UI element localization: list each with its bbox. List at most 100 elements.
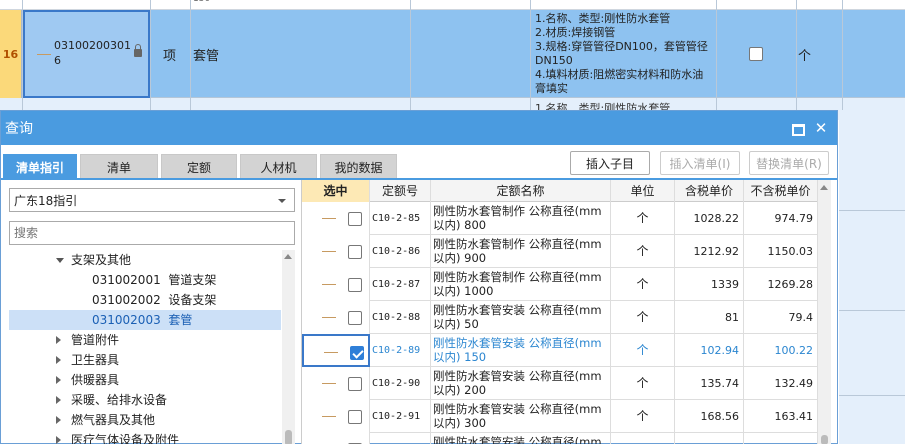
header-code[interactable]: 定额号	[370, 180, 431, 202]
quota-tax-price: 168.56	[675, 400, 744, 433]
dialog-title: 查询	[5, 121, 33, 137]
table-row[interactable]: C10-2-85 刚性防水套管制作 公称直径(mm以内) 800 个 1028.…	[302, 202, 818, 235]
row-checkbox[interactable]	[348, 245, 362, 259]
expanded-arrow-icon[interactable]	[56, 258, 64, 263]
select-cell[interactable]	[302, 301, 370, 334]
tree-node[interactable]: 医疗气体设备及附件	[9, 430, 281, 444]
table-row[interactable]: C10-2-88 刚性防水套管安装 公称直径(mm以内) 50 个 81 79.…	[302, 301, 818, 334]
col-divider	[410, 0, 411, 120]
tab-quota[interactable]: 定额	[161, 154, 237, 179]
tab-list[interactable]: 清单	[80, 154, 158, 179]
table-row[interactable]: C10-2-89 刚性防水套管安装 公称直径(mm以内) 150 个 102.9…	[302, 334, 818, 367]
collapsed-arrow-icon[interactable]	[56, 436, 61, 444]
tree-node[interactable]: 支架及其他	[9, 250, 281, 270]
select-cell[interactable]	[302, 334, 370, 367]
collapsed-arrow-icon[interactable]	[56, 356, 61, 364]
header-unit[interactable]: 单位	[611, 180, 675, 202]
header-tax-price[interactable]: 含税单价	[675, 180, 744, 202]
row-number[interactable]: 16	[0, 10, 22, 98]
row-checkbox[interactable]	[348, 377, 362, 391]
quota-notax-price: 132.49	[744, 367, 818, 400]
scroll-up-icon[interactable]	[820, 185, 828, 190]
table-row[interactable]: C10-2-91 刚性防水套管安装 公称直径(mm以内) 300 个 168.5…	[302, 400, 818, 433]
quota-tax-price: 135.74	[675, 367, 744, 400]
desc-line: 3.规格:穿管管径DN100，套管管径DN150	[535, 40, 708, 67]
row-divider	[839, 310, 905, 311]
row-checkbox[interactable]	[348, 311, 362, 325]
insert-child-button[interactable]: 插入子目	[570, 151, 650, 175]
row-checkbox[interactable]	[350, 346, 364, 360]
tree-node[interactable]: 供暖器具	[9, 370, 281, 390]
quota-notax-price	[744, 433, 818, 444]
quota-tax-price: 1339	[675, 268, 744, 301]
row-checkbox[interactable]	[348, 212, 362, 226]
collapsed-arrow-icon[interactable]	[56, 336, 61, 344]
col-divider	[716, 0, 717, 120]
col-divider	[796, 0, 797, 120]
tree-node[interactable]: 卫生器具	[9, 350, 281, 370]
dialog-titlebar[interactable]: 查询 ✕	[1, 111, 837, 145]
quota-notax-price: 100.22	[744, 334, 818, 367]
quota-unit: 个	[611, 202, 675, 235]
select-cell[interactable]	[302, 367, 370, 400]
quota-tax-price: 1028.22	[675, 202, 744, 235]
scroll-thumb[interactable]	[285, 430, 292, 444]
table-row[interactable]: 刚性防水套管安装 公称直径(mm以内)	[302, 433, 818, 444]
maximize-icon[interactable]	[789, 120, 805, 136]
header-notax-price[interactable]: 不含税单价	[744, 180, 818, 202]
select-cell[interactable]	[302, 400, 370, 433]
quota-name: 刚性防水套管安装 公称直径(mm以内) 200	[431, 367, 611, 400]
select-cell[interactable]	[302, 202, 370, 235]
scroll-up-icon[interactable]	[284, 254, 292, 259]
select-cell[interactable]	[302, 433, 370, 444]
tree-node-label: 031002001 管道支架	[92, 273, 217, 287]
code-cell[interactable]: 031002003016	[23, 10, 150, 98]
quota-notax-price: 1150.03	[744, 235, 818, 268]
tree-node[interactable]: 管道附件	[9, 330, 281, 350]
row-checkbox[interactable]	[348, 410, 362, 424]
table-row[interactable]: C10-2-86 刚性防水套管制作 公称直径(mm以内) 900 个 1212.…	[302, 235, 818, 268]
quota-name: 刚性防水套管安装 公称直径(mm以内)	[431, 433, 611, 444]
tree-node-label: 031002003 套管	[92, 313, 193, 327]
background-sheet-right	[839, 110, 905, 444]
lock-icon	[134, 44, 142, 57]
select-cell[interactable]	[302, 235, 370, 268]
tree-connector	[322, 251, 336, 252]
quota-tax-price: 102.94	[675, 334, 744, 367]
tree-scrollbar[interactable]	[282, 250, 295, 444]
quota-code	[370, 433, 431, 444]
quota-name: 刚性防水套管安装 公称直径(mm以内) 150	[431, 334, 611, 367]
tab-list-guide[interactable]: 清单指引	[3, 154, 77, 179]
search-input[interactable]	[9, 221, 295, 245]
tree-connector	[322, 416, 336, 417]
tree-node[interactable]: 031002001 管道支架	[9, 270, 281, 290]
row-checkbox[interactable]	[749, 47, 763, 61]
table-row[interactable]: C10-2-87 刚性防水套管制作 公称直径(mm以内) 1000 个 1339…	[302, 268, 818, 301]
tree-node[interactable]: 采暖、给排水设备	[9, 390, 281, 410]
desc-line: 4.填料材质:阻燃密实材料和防水油膏填实	[535, 68, 704, 95]
chevron-down-icon	[278, 199, 286, 203]
desc-line: 2.材质:焊接钢管	[535, 26, 616, 39]
collapsed-arrow-icon[interactable]	[56, 396, 61, 404]
collapsed-arrow-icon[interactable]	[56, 416, 61, 424]
tree-node[interactable]: 031002002 设备支架	[9, 290, 281, 310]
collapsed-arrow-icon[interactable]	[56, 376, 61, 384]
tree-node-label: 卫生器具	[71, 353, 120, 367]
tree-node[interactable]: 燃气器具及其他	[9, 410, 281, 430]
select-cell[interactable]	[302, 268, 370, 301]
insert-list-button[interactable]: 插入清单(I)	[660, 151, 740, 175]
col-divider	[842, 0, 843, 120]
header-select[interactable]: 选中	[302, 180, 370, 202]
table-row[interactable]: C10-2-90 刚性防水套管安装 公称直径(mm以内) 200 个 135.7…	[302, 367, 818, 400]
replace-list-button[interactable]: 替换清单(R)	[749, 151, 829, 175]
row-checkbox[interactable]	[348, 278, 362, 292]
tab-labor-material[interactable]: 人材机	[240, 154, 317, 179]
close-icon[interactable]: ✕	[813, 120, 829, 136]
quota-unit: 个	[611, 367, 675, 400]
header-name[interactable]: 定额名称	[431, 180, 611, 202]
tree-node-selected[interactable]: 031002003 套管	[9, 310, 281, 330]
grid-scrollbar[interactable]	[818, 180, 831, 444]
scroll-thumb[interactable]	[821, 435, 828, 444]
tab-my-data[interactable]: 我的数据	[320, 154, 397, 179]
region-select[interactable]: 广东18指引	[9, 188, 295, 212]
